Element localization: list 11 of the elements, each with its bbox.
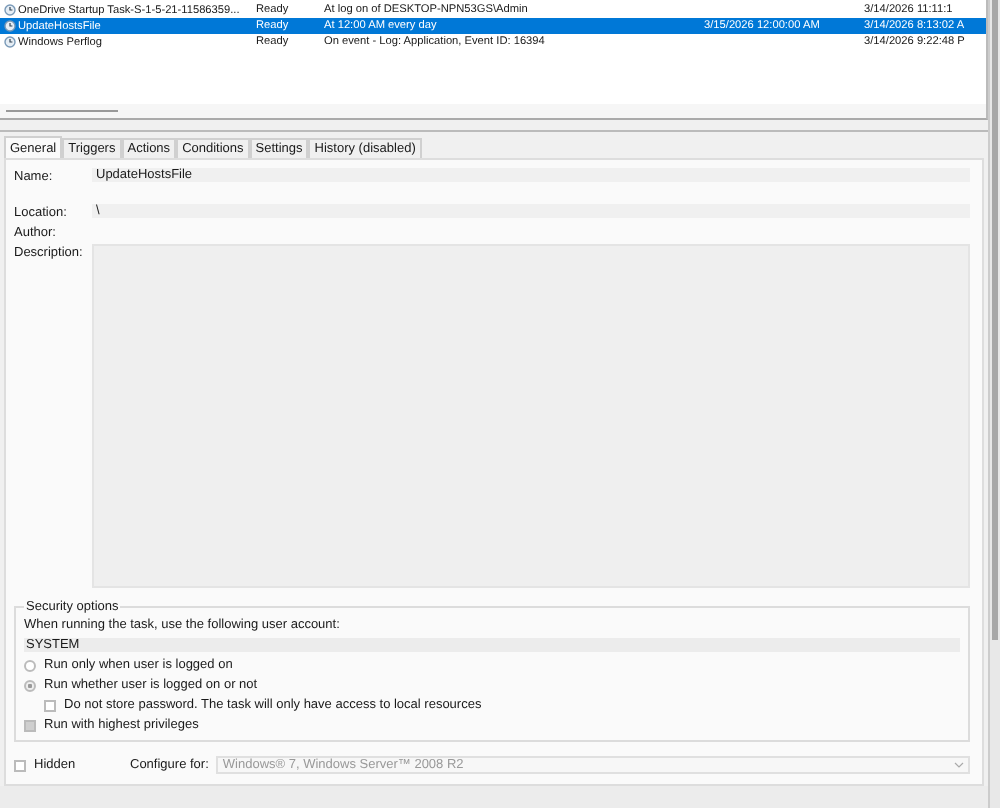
checkbox[interactable]	[44, 699, 56, 711]
clock-icon	[4, 3, 16, 16]
chevron-down-icon	[954, 762, 964, 768]
horizontal-scrollbar[interactable]	[0, 104, 988, 120]
vertical-scrollbar[interactable]	[988, 0, 1000, 808]
radio-button[interactable]	[24, 679, 36, 691]
checkbox[interactable]	[24, 719, 36, 731]
radio-button[interactable]	[24, 659, 36, 671]
checkbox[interactable]	[14, 759, 26, 771]
clock-icon	[4, 19, 16, 32]
clock-icon	[4, 35, 16, 48]
